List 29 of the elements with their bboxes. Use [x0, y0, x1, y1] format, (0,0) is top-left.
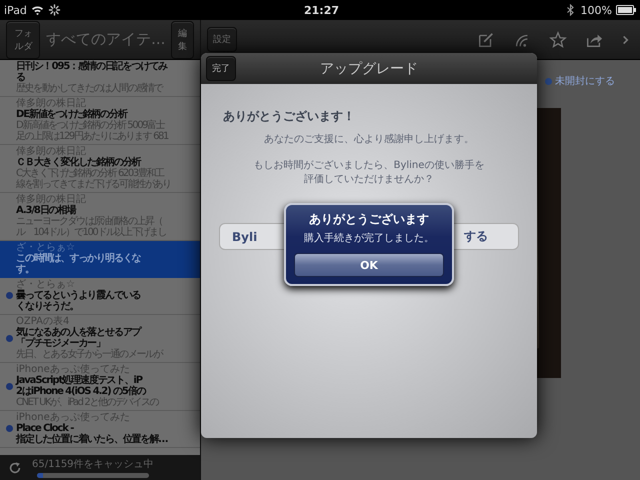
article-title: A.3/8日の相場: [16, 205, 77, 216]
article-title: 日刊シ！095：感情の日記をつけてみ: [16, 61, 169, 72]
alert-message: 購入手続きが完了しました。: [304, 232, 434, 245]
article-title: 指定した位置に着いたら、位置を解…: [16, 434, 169, 445]
battery-percent: 100%: [580, 4, 612, 16]
thanks-heading: ありがとうございます！: [223, 108, 356, 125]
alert-title: ありがとうございます: [309, 211, 429, 228]
article-title: る: [16, 72, 25, 83]
article-title: 曇ってるというより霞んでいる: [16, 290, 142, 301]
article-title: す。: [16, 264, 35, 275]
article-title: 2はiPhone 4(iOS 4.2) の5倍の: [16, 386, 148, 397]
article-title: ＣＢ大きく変化した銘柄の分析: [16, 157, 142, 168]
thanks-message: あなたのご支援に、心より感謝申し上げます。: [263, 133, 475, 147]
feed-name: ざ・とらぁ☆: [16, 242, 76, 253]
rate-button-label-end: する: [464, 228, 488, 245]
article-title: 気になるあの人を落とせるアプ: [16, 327, 142, 338]
article-title: この時間は、すっかり明るくな: [16, 253, 142, 264]
cache-status: 65/1159件をキャッシュ中: [32, 458, 154, 471]
clock-time: 21:27: [304, 4, 340, 16]
rating-request-text: もしお時間がございましたら、Bylineの使い勝手を評価していただけませんか？: [252, 159, 486, 187]
article-title: 「プチモジメーカー」: [16, 338, 106, 349]
article-title: Place Clock -: [16, 423, 75, 434]
article-title: JavaScript処理速度テスト、iP: [16, 375, 144, 386]
dialog-title: アップグレード: [320, 60, 418, 78]
sidebar-title: すべてのアイテ...: [46, 30, 166, 49]
rate-button-label-start: Byli: [232, 230, 258, 244]
device-name: iPad: [4, 4, 27, 16]
article-title: DE新値をつけた銘柄の分析: [16, 109, 128, 120]
article-title: くなりそうだ。: [16, 301, 80, 312]
